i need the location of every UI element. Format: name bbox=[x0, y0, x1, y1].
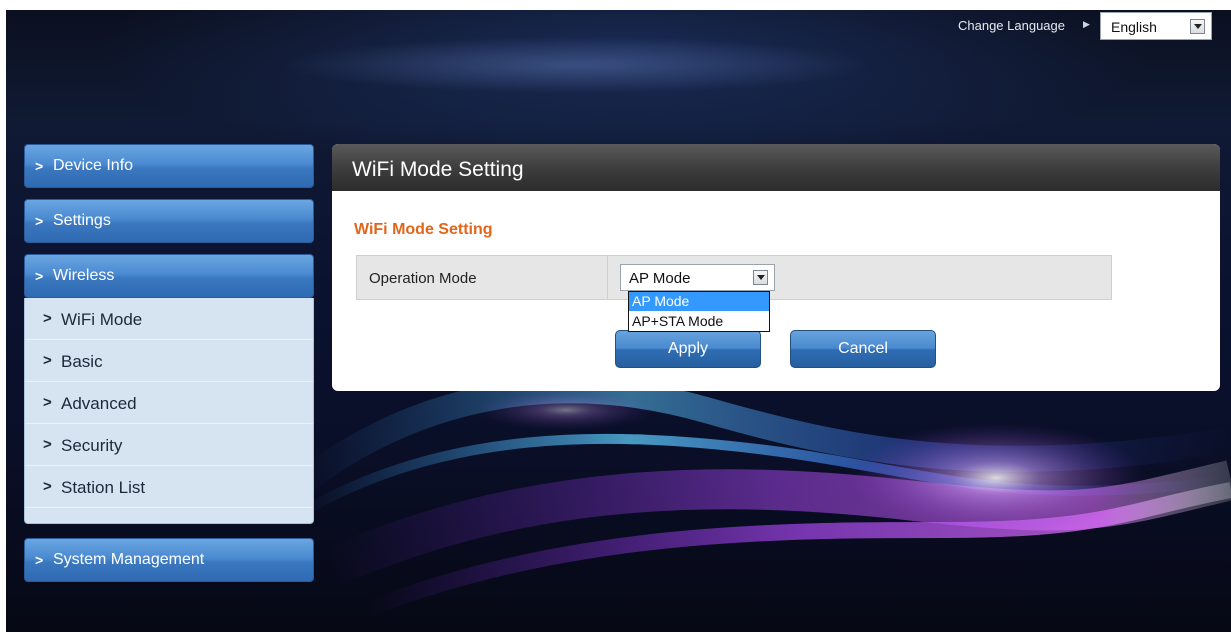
sidebar-item-device-info[interactable]: > Device Info bbox=[24, 144, 314, 188]
operation-mode-select[interactable]: AP Mode bbox=[620, 264, 775, 291]
top-strip bbox=[0, 0, 1231, 10]
chevron-right-icon: > bbox=[35, 552, 44, 568]
chevron-right-icon: > bbox=[43, 352, 52, 369]
apply-button[interactable]: Apply bbox=[615, 330, 761, 368]
chevron-right-icon: > bbox=[43, 394, 52, 411]
submenu-item-security[interactable]: > Security bbox=[25, 424, 313, 466]
wireless-submenu: > WiFi Mode > Basic > Advanced > Securit… bbox=[24, 298, 314, 524]
sidebar-item-wireless[interactable]: > Wireless bbox=[24, 254, 314, 298]
chevron-right-icon: > bbox=[43, 478, 52, 495]
chevron-right-icon: > bbox=[35, 213, 44, 229]
submenu-item-basic[interactable]: > Basic bbox=[25, 340, 313, 382]
page-title: WiFi Mode Setting bbox=[352, 158, 524, 181]
panel-header: WiFi Mode Setting bbox=[332, 144, 1220, 191]
chevron-down-icon[interactable] bbox=[1190, 19, 1205, 34]
chevron-right-icon: > bbox=[35, 268, 44, 284]
row-divider bbox=[607, 256, 608, 299]
chevron-right-icon: > bbox=[35, 158, 44, 174]
section-title: WiFi Mode Setting bbox=[354, 221, 493, 238]
submenu-item-label: Advanced bbox=[61, 394, 137, 413]
sidebar-item-label: Settings bbox=[53, 212, 111, 229]
operation-mode-value: AP Mode bbox=[629, 270, 691, 287]
sidebar-item-system-management[interactable]: > System Management bbox=[24, 538, 314, 582]
play-arrow-icon: ▶ bbox=[1083, 19, 1090, 29]
sidebar-item-label: System Management bbox=[53, 551, 205, 568]
sidebar-item-label: Wireless bbox=[53, 267, 115, 284]
submenu-item-station-list[interactable]: > Station List bbox=[25, 466, 313, 508]
page-background: Change Language ▶ English > Device Info … bbox=[6, 10, 1231, 632]
chevron-right-icon: > bbox=[43, 310, 52, 327]
sidebar-item-settings[interactable]: > Settings bbox=[24, 199, 314, 243]
wifi-mode-panel: WiFi Mode Setting WiFi Mode Setting Oper… bbox=[332, 144, 1220, 391]
submenu-item-advanced[interactable]: > Advanced bbox=[25, 382, 313, 424]
option-ap-sta-mode[interactable]: AP+STA Mode bbox=[629, 312, 769, 331]
cancel-button[interactable]: Cancel bbox=[790, 330, 936, 368]
language-select[interactable]: English bbox=[1100, 12, 1212, 40]
submenu-item-label: Security bbox=[61, 436, 123, 455]
submenu-item-label: WiFi Mode bbox=[61, 310, 143, 329]
chevron-right-icon: > bbox=[43, 436, 52, 453]
submenu-item-label: Station List bbox=[61, 478, 146, 497]
option-ap-mode[interactable]: AP Mode bbox=[629, 292, 769, 311]
sidebar-item-label: Device Info bbox=[53, 157, 134, 174]
submenu-item-label: Basic bbox=[61, 352, 103, 371]
submenu-item-wifi-mode[interactable]: > WiFi Mode bbox=[25, 298, 313, 340]
language-value: English bbox=[1111, 19, 1157, 35]
change-language-label: Change Language bbox=[958, 18, 1065, 33]
operation-mode-options: AP Mode AP+STA Mode bbox=[628, 291, 770, 332]
operation-mode-label: Operation Mode bbox=[369, 270, 477, 287]
chevron-down-icon[interactable] bbox=[753, 270, 768, 285]
